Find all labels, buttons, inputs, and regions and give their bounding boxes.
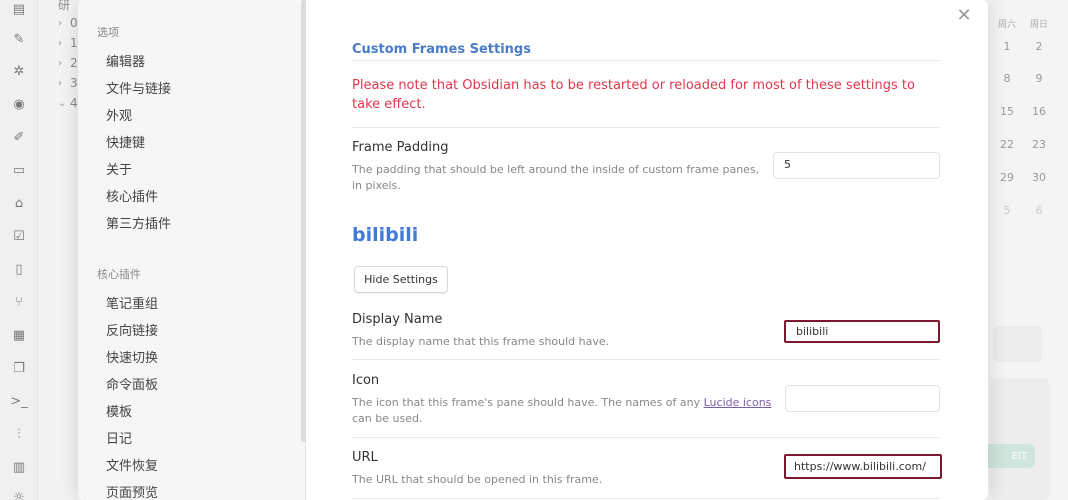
files-icon[interactable]: ▤	[10, 0, 28, 18]
home-icon[interactable]: ⌂	[10, 194, 28, 212]
nav-item-daily-notes[interactable]: 日记	[106, 428, 132, 447]
nav-item-page-preview[interactable]: 页面预览	[106, 482, 158, 500]
calendar-day[interactable]: 22	[995, 138, 1019, 151]
chevron-right-icon[interactable]: ›	[58, 38, 62, 49]
graph-icon[interactable]: ⑂	[10, 293, 28, 311]
restart-warning: Please note that Obsidian has to be rest…	[352, 78, 915, 112]
map-pin-icon[interactable]: ◉	[10, 95, 28, 113]
nav-item-note-composer[interactable]: 笔记重组	[106, 293, 158, 312]
file-tree-item[interactable]: 4	[70, 96, 78, 110]
frame-title: bilibili	[352, 224, 419, 246]
checklist-icon[interactable]: ☑	[10, 227, 28, 245]
divider	[352, 498, 940, 499]
chevron-down-icon[interactable]: ⌄	[58, 98, 66, 109]
sliders-icon[interactable]: ⫶	[10, 425, 28, 443]
settings-content: Custom Frames Settings Please note that …	[306, 0, 988, 500]
nav-item-files-links[interactable]: 文件与链接	[106, 78, 171, 97]
calendar-day[interactable]: 6	[1027, 204, 1051, 217]
setting-desc-display-name: The display name that this frame should …	[352, 335, 610, 348]
divider	[352, 60, 940, 61]
nav-item-appearance[interactable]: 外观	[106, 105, 132, 124]
nav-item-file-recovery[interactable]: 文件恢复	[106, 455, 158, 474]
nav-item-templates[interactable]: 模板	[106, 401, 132, 420]
icon-desc-text: can be used.	[352, 412, 423, 425]
calendar-day[interactable]: 8	[995, 72, 1019, 85]
divider	[352, 359, 940, 360]
setting-name-icon: Icon	[352, 373, 380, 388]
background-card	[990, 378, 1050, 500]
setting-desc-icon: The icon that this frame's pane should h…	[352, 395, 772, 427]
nav-item-editor[interactable]: 编辑器	[106, 51, 145, 70]
chevron-right-icon[interactable]: ›	[58, 18, 62, 29]
nav-item-about[interactable]: 关于	[106, 159, 132, 178]
copy-icon[interactable]: ❐	[10, 359, 28, 377]
calendar-day[interactable]: 29	[995, 171, 1019, 184]
calendar-day[interactable]: 23	[1027, 138, 1051, 151]
calendar-header: 周日	[1029, 20, 1048, 30]
lucide-icons-link[interactable]: Lucide icons	[704, 396, 772, 409]
ribbon: ▤ ✎ ✲ ◉ ✐ ▭ ⌂ ☑ ▯ ⑂ ▦ ❐ >_ ⫶ ▥ ☼	[0, 0, 38, 500]
settings-sidebar: 选项 编辑器 文件与链接 外观 快捷键 关于 核心插件 第三方插件 核心插件 笔…	[78, 0, 306, 500]
keyboard-icon[interactable]: ▭	[10, 161, 28, 179]
nav-item-command-palette[interactable]: 命令面板	[106, 374, 158, 393]
setting-name-url: URL	[352, 450, 378, 465]
icon-input[interactable]	[785, 385, 940, 412]
url-input[interactable]: https://www.bilibili.com/	[784, 454, 942, 479]
calendar-day[interactable]: 15	[995, 105, 1019, 118]
nav-item-core-plugins[interactable]: 核心插件	[106, 186, 158, 205]
calendar-header: 周六	[997, 20, 1016, 30]
frame-padding-input[interactable]: 5	[773, 152, 940, 179]
file-tree-item[interactable]: 0	[70, 16, 78, 30]
calendar-day[interactable]: 30	[1027, 171, 1051, 184]
chevron-right-icon[interactable]: ›	[58, 58, 62, 69]
calendar-day[interactable]: 1	[995, 40, 1019, 53]
file-tree-item[interactable]: 2	[70, 56, 78, 70]
calendar-icon[interactable]: ▦	[10, 326, 28, 344]
file-tree-item[interactable]: 研	[58, 0, 70, 13]
terminal-icon[interactable]: >_	[10, 392, 28, 410]
edit-icon[interactable]: ✐	[10, 128, 28, 146]
file-tree-item[interactable]: 3	[70, 76, 78, 90]
divider	[352, 437, 940, 438]
calendar-day[interactable]: 16	[1027, 105, 1051, 118]
setting-name-frame-padding: Frame Padding	[352, 140, 449, 155]
calendar-day[interactable]: 5	[995, 204, 1019, 217]
sun-icon[interactable]: ☼	[10, 488, 28, 500]
nav-group-title-options: 选项	[97, 26, 119, 39]
setting-name-display-name: Display Name	[352, 312, 443, 327]
background-card	[993, 326, 1042, 362]
hide-settings-button[interactable]: Hide Settings	[354, 266, 448, 293]
icon-desc-text: The icon that this frame's pane should h…	[352, 396, 704, 409]
calendar-day[interactable]: 9	[1027, 72, 1051, 85]
divider	[352, 127, 940, 128]
chevron-right-icon[interactable]: ›	[58, 78, 62, 89]
setting-desc-url: The URL that should be opened in this fr…	[352, 473, 603, 486]
nav-item-quick-switcher[interactable]: 快速切换	[106, 347, 158, 366]
nav-item-community-plugins[interactable]: 第三方插件	[106, 213, 171, 232]
calendar-day[interactable]: 2	[1027, 40, 1051, 53]
background-button-label: EIT	[1011, 450, 1027, 462]
background-button[interactable]: EIT	[985, 444, 1035, 468]
settings-modal: 选项 编辑器 文件与链接 外观 快捷键 关于 核心插件 第三方插件 核心插件 笔…	[78, 0, 988, 500]
pen-icon[interactable]: ✎	[10, 30, 28, 48]
section-heading: Custom Frames Settings	[352, 42, 531, 57]
nav-item-hotkeys[interactable]: 快捷键	[106, 132, 145, 151]
nav-item-backlinks[interactable]: 反向链接	[106, 320, 158, 339]
close-icon[interactable]: ✕	[954, 6, 974, 26]
document-icon[interactable]: ▯	[10, 260, 28, 278]
nav-group-title-core-plugins: 核心插件	[97, 268, 141, 281]
layout-icon[interactable]: ▥	[10, 458, 28, 476]
setting-desc-frame-padding: The padding that should be left around t…	[352, 163, 760, 192]
display-name-input[interactable]: bilibili	[784, 320, 940, 343]
gear-icon[interactable]: ✲	[10, 62, 28, 80]
